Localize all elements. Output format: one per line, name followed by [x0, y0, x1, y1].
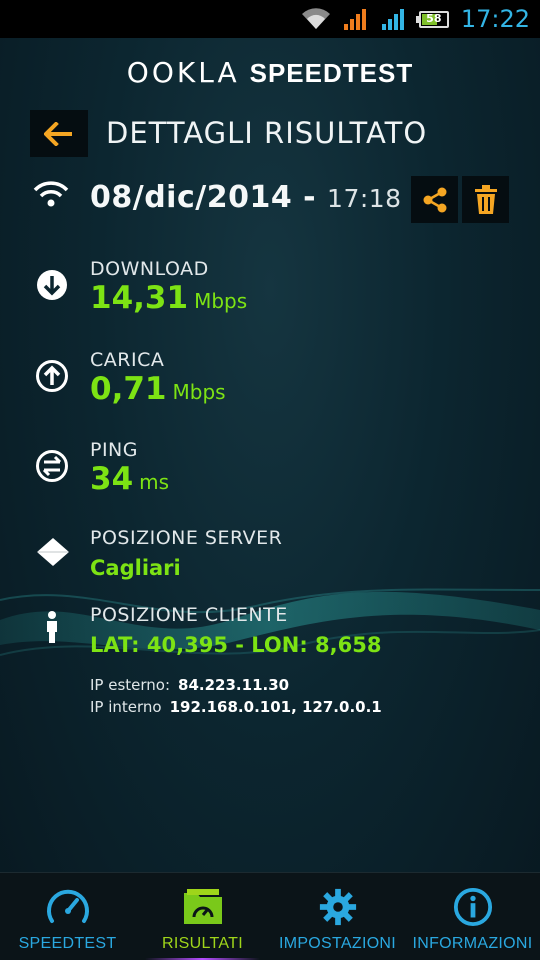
- battery-icon: 58: [415, 10, 449, 28]
- delete-button[interactable]: [462, 176, 509, 223]
- nav-settings-label: IMPOSTAZIONI: [278, 935, 397, 952]
- bottom-navigation: SPEEDTEST RISULTATI IMPOSTAZIONI INFORMA…: [0, 872, 540, 960]
- page-title: DETTAGLI RISULTATO: [106, 116, 428, 150]
- ping-label: PING: [90, 439, 138, 461]
- ip-internal-label: IP interno: [90, 698, 162, 716]
- trash-icon: [474, 184, 497, 214]
- nav-info[interactable]: INFORMAZIONI: [405, 873, 540, 960]
- results-folder-icon: [183, 889, 222, 924]
- wifi-status-icon: [301, 8, 330, 29]
- upload-unit: Mbps: [172, 380, 226, 404]
- wifi-connection-icon: [33, 181, 69, 207]
- result-date: 08/dic/2014 -: [90, 180, 328, 215]
- ping-icon: [36, 450, 68, 482]
- ping-unit: ms: [139, 470, 170, 494]
- status-bar: 58 17:22: [0, 0, 540, 38]
- download-unit: Mbps: [194, 289, 248, 313]
- server-location-icon: [37, 538, 69, 566]
- client-label: POSIZIONE CLIENTE: [90, 604, 288, 626]
- screen: 58 17:22 OOKLA SPEEDTEST DETTAGLI RISULTA…: [0, 0, 540, 960]
- person-icon: [47, 611, 57, 643]
- signal-icon-1: [343, 9, 366, 30]
- nav-speedtest-label: SPEEDTEST: [18, 935, 117, 952]
- back-button[interactable]: [30, 110, 88, 157]
- share-icon: [423, 187, 446, 212]
- server-value: Cagliari: [90, 556, 181, 580]
- nav-results-label: RISULTATI: [162, 935, 243, 952]
- nav-speedtest[interactable]: SPEEDTEST: [0, 873, 135, 960]
- ip-external-value: 84.223.11.30: [178, 676, 290, 694]
- logo-speedtest: SPEEDTEST: [249, 58, 414, 88]
- share-button[interactable]: [411, 176, 458, 223]
- download-value: 14,31: [90, 280, 189, 316]
- ip-external-label: IP esterno:: [90, 676, 171, 694]
- ping-value-row: 34 ms: [90, 461, 169, 497]
- logo-ookla: OOKLA: [126, 56, 240, 89]
- gear-icon: [319, 888, 356, 926]
- result-datetime: 08/dic/2014 - 17:18: [90, 180, 402, 215]
- download-label: DOWNLOAD: [90, 258, 209, 280]
- back-arrow-icon: [44, 121, 72, 146]
- battery-level: 58: [426, 11, 442, 25]
- upload-icon: [36, 360, 68, 392]
- ip-internal-line: IP interno 192.168.0.101, 127.0.0.1: [90, 698, 382, 716]
- server-label: POSIZIONE SERVER: [90, 527, 283, 549]
- status-time: 17:22: [460, 5, 530, 33]
- ip-external-line: IP esterno: 84.223.11.30: [90, 676, 289, 694]
- upload-value-row: 0,71 Mbps: [90, 371, 226, 407]
- nav-settings[interactable]: IMPOSTAZIONI: [270, 873, 405, 960]
- client-value: LAT: 40,395 - LON: 8,658: [90, 633, 382, 657]
- info-icon: [453, 887, 492, 927]
- download-icon: [37, 270, 67, 300]
- upload-value: 0,71: [90, 371, 167, 407]
- upload-label: CARICA: [90, 349, 165, 371]
- nav-results[interactable]: RISULTATI: [135, 873, 270, 960]
- app-logo: OOKLA SPEEDTEST: [0, 56, 540, 89]
- signal-icon-2: [381, 9, 404, 30]
- ip-internal-value: 192.168.0.101, 127.0.0.1: [169, 698, 382, 716]
- nav-info-label: INFORMAZIONI: [412, 935, 533, 952]
- download-value-row: 14,31 Mbps: [90, 280, 247, 316]
- result-time: 17:18: [327, 184, 402, 213]
- ping-value: 34: [90, 461, 134, 497]
- speedometer-icon: [46, 889, 89, 923]
